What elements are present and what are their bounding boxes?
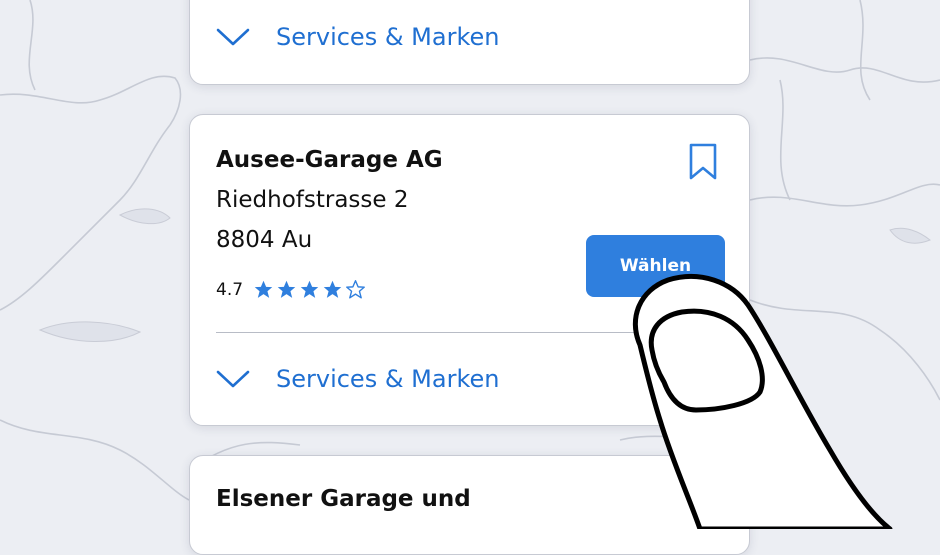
star-icon [300, 280, 319, 298]
chevron-down-icon [216, 370, 250, 388]
services-expand-toggle[interactable]: Services & Marken [216, 365, 499, 393]
divider [216, 332, 723, 333]
choose-button[interactable]: Wählen [586, 235, 725, 297]
services-expand-toggle[interactable]: Services & Marken [216, 23, 499, 51]
star-icon [277, 280, 296, 298]
rating-value: 4.7 [216, 279, 244, 300]
garage-name: Elsener Garage und [216, 486, 471, 512]
rating-stars [253, 279, 366, 300]
garage-card-elsener: Elsener Garage und [189, 455, 750, 555]
services-label: Services & Marken [276, 23, 500, 51]
star-icon [323, 280, 342, 298]
garage-card-ausee: Ausee-Garage AG Riedhofstrasse 2 8804 Au… [189, 114, 750, 426]
star-outline-icon [346, 280, 365, 299]
garage-city: 8804 Au [216, 227, 313, 253]
star-icon [254, 280, 273, 298]
garage-street: Riedhofstrasse 2 [216, 187, 409, 213]
garage-name: Ausee-Garage AG [216, 147, 443, 173]
services-label: Services & Marken [276, 365, 500, 393]
bookmark-icon[interactable] [688, 143, 718, 181]
garage-card-previous: Services & Marken [189, 0, 750, 85]
chevron-down-icon [216, 28, 250, 46]
rating: 4.7 [216, 279, 366, 300]
